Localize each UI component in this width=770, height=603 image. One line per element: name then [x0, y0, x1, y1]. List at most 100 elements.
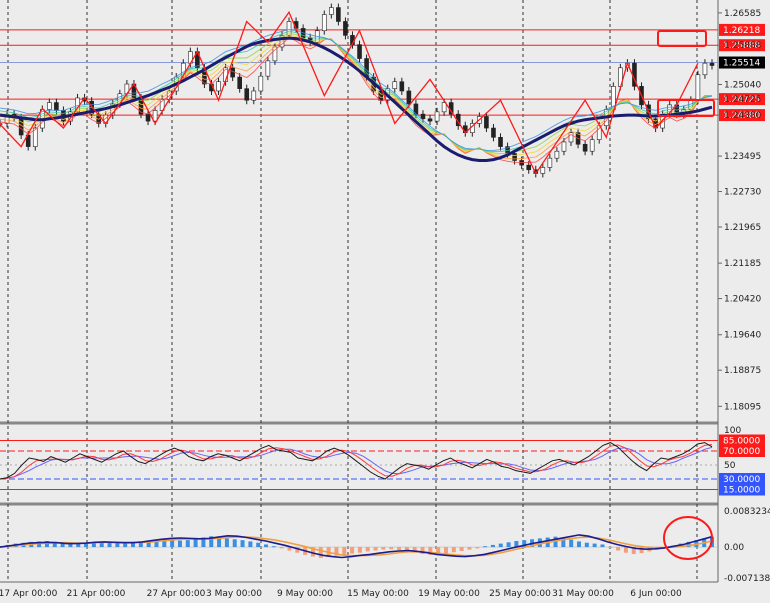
candle-body	[321, 14, 327, 32]
price-tick-label: 1.26585	[724, 9, 761, 19]
candle-body	[420, 113, 426, 120]
x-tick-label: 3 May 00:00	[206, 589, 262, 599]
macd-histogram-bar	[131, 543, 136, 548]
macd-histogram-bar	[84, 543, 89, 548]
candle-body	[392, 81, 398, 89]
candle-body	[54, 102, 59, 111]
macd-histogram-bar	[248, 541, 253, 548]
x-tick-label: 21 Apr 00:00	[67, 589, 126, 599]
level-label: 1.26218	[723, 26, 760, 36]
candle-body	[491, 127, 496, 138]
macd-histogram-bar	[279, 547, 284, 549]
rsi-level-label: 70.0000	[723, 447, 760, 457]
candle-body	[258, 75, 264, 92]
candle-body	[484, 116, 489, 129]
candle-body	[702, 62, 708, 76]
candle-body	[561, 141, 567, 152]
macd-histogram-bar	[475, 547, 480, 549]
macd-histogram-bar	[271, 546, 276, 548]
macd-histogram-bar	[193, 538, 198, 548]
candle-body	[582, 143, 588, 152]
macd-tick-label: -0.0071383	[724, 574, 770, 584]
candle-body	[343, 21, 348, 36]
macd-tick-label: 0.00	[724, 543, 744, 553]
macd-histogram-bar	[177, 540, 182, 548]
candle-body	[589, 139, 595, 152]
candle-body	[47, 102, 52, 110]
macd-histogram-bar	[490, 544, 495, 548]
x-tick-label: 17 Apr 00:00	[0, 589, 58, 599]
candle-body	[709, 62, 715, 66]
price-tick-label: 1.20420	[724, 295, 761, 305]
rsi-level-label: 15.0000	[723, 486, 760, 496]
candle-body	[695, 74, 701, 101]
candle-body	[237, 76, 242, 89]
macd-histogram-bar	[381, 547, 386, 550]
macd-tick-label: 0.0083234	[724, 507, 770, 517]
macd-histogram-bar	[389, 547, 394, 550]
level-label: 1.25514	[723, 59, 760, 69]
x-tick-label: 27 Apr 00:00	[147, 589, 206, 599]
candle-body	[244, 88, 250, 101]
macd-histogram-bar	[342, 547, 347, 555]
candle-body	[547, 157, 553, 168]
macd-histogram-bar	[115, 543, 120, 548]
candle-body	[427, 118, 433, 122]
macd-histogram-bar	[600, 544, 605, 548]
macd-histogram-bar	[240, 540, 245, 548]
macd-histogram-bar	[264, 544, 269, 548]
macd-histogram-bar	[616, 547, 621, 551]
macd-histogram-bar	[584, 542, 589, 548]
macd-histogram-bar	[569, 539, 574, 548]
candle-body	[554, 150, 560, 159]
price-tick-label: 1.19640	[724, 331, 761, 341]
x-tick-label: 9 May 00:00	[277, 589, 333, 599]
macd-histogram-bar	[459, 547, 464, 551]
macd-histogram-bar	[397, 547, 402, 551]
rsi-tick-label: 50	[724, 461, 736, 471]
macd-histogram-bar	[608, 547, 613, 549]
price-tick-label: 1.22730	[724, 188, 761, 198]
macd-histogram-bar	[467, 547, 472, 550]
macd-histogram-bar	[224, 538, 229, 548]
macd-histogram-bar	[373, 547, 378, 551]
candle-body	[540, 167, 546, 174]
macd-histogram-bar	[592, 543, 597, 548]
x-tick-label: 25 May 00:00	[489, 589, 551, 599]
x-tick-label: 6 Jun 00:00	[630, 589, 682, 599]
macd-histogram-bar	[623, 547, 628, 553]
macd-histogram-bar	[185, 540, 190, 548]
price-tick-label: 1.25040	[724, 80, 761, 90]
candle-body	[145, 113, 151, 122]
macd-histogram-bar	[256, 542, 261, 548]
macd-histogram-bar	[483, 546, 488, 548]
candle-body	[406, 90, 412, 105]
x-tick-label: 15 May 00:00	[347, 589, 409, 599]
forex-chart: 1.262181.258881.255141.247251.24380 1005…	[0, 0, 770, 599]
candle-body	[251, 90, 257, 101]
x-tick-label: 31 May 00:00	[552, 589, 614, 599]
candle-body	[357, 44, 362, 59]
price-tick-label: 1.21185	[724, 259, 761, 269]
macd-histogram-bar	[350, 547, 355, 554]
macd-histogram-bar	[365, 547, 370, 552]
candle-body	[526, 164, 532, 171]
candle-body	[265, 60, 271, 77]
price-tick-label: 1.24725	[724, 95, 761, 105]
price-tick-label: 1.21965	[724, 223, 761, 233]
price-tick-label: 1.23495	[724, 152, 761, 162]
price-tick-label: 1.25888	[724, 41, 761, 51]
macd-histogram-bar	[576, 541, 581, 548]
price-tick-label: 1.18095	[724, 402, 761, 412]
candle-body	[336, 7, 341, 22]
macd-histogram-bar	[506, 542, 511, 548]
candle-body	[434, 111, 440, 122]
candle-body	[498, 137, 503, 147]
macd-histogram-bar	[232, 539, 237, 548]
macd-histogram-bar	[318, 547, 323, 558]
macd-histogram-bar	[443, 547, 448, 554]
macd-histogram-bar	[451, 547, 456, 553]
x-tick-label: 19 May 00:00	[418, 589, 480, 599]
macd-histogram-bar	[76, 544, 81, 548]
price-tick-label: 1.18875	[724, 366, 761, 376]
